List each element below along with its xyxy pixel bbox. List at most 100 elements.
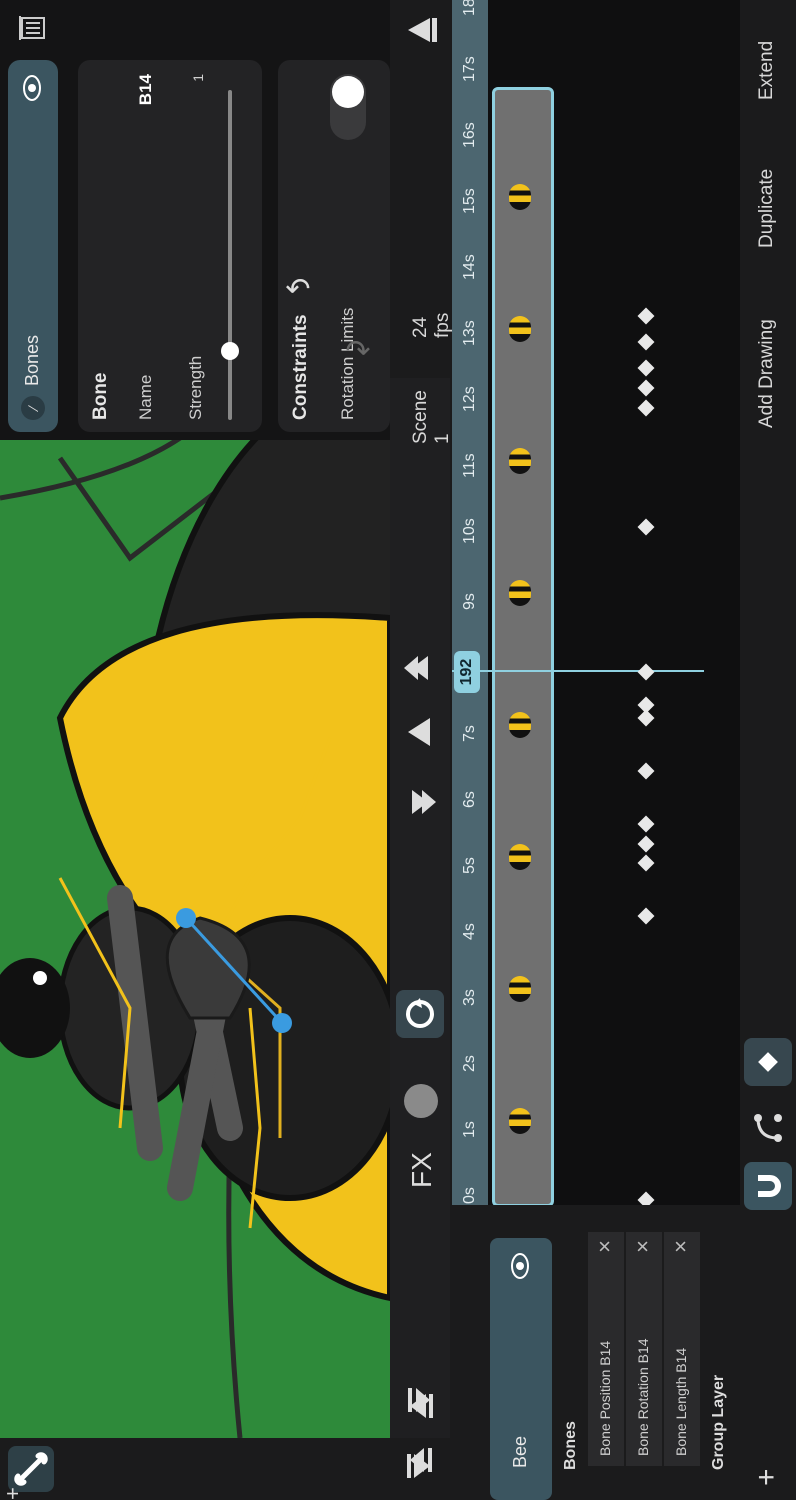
strength-slider[interactable] [221, 90, 239, 420]
prop-label: Bone Rotation B14 [635, 1338, 651, 1456]
keyframe-diamond[interactable] [637, 696, 655, 714]
visibility-eye-icon[interactable] [18, 74, 46, 102]
expand-up-icon[interactable] [400, 1440, 440, 1480]
add-bone-icon[interactable]: + [0, 1487, 40, 1500]
keyframe-diamond[interactable] [637, 307, 655, 325]
ruler-tick-label: 6s [461, 791, 478, 808]
ruler-tick-label: 7s [461, 725, 478, 742]
redo-icon[interactable]: ↷ [340, 334, 376, 370]
add-drawing-button[interactable]: Add Drawing [756, 319, 778, 428]
ruler-tick-label: 11s [461, 453, 478, 478]
ruler-tick-label: 10s [461, 518, 478, 544]
frame-thumbnail [509, 712, 531, 738]
prop-bone-length[interactable]: Bone Length B14 × [664, 1232, 700, 1466]
bone-joint-tail[interactable] [272, 1013, 292, 1033]
scene-label[interactable]: Scene 1 [410, 378, 454, 444]
rotation-limits-toggle[interactable] [330, 74, 366, 140]
bone-tab-icon: ∕ [21, 396, 45, 420]
bones-tab-label: Bones [22, 334, 42, 386]
bone-joint-head[interactable] [176, 908, 196, 928]
remove-icon[interactable]: × [668, 1240, 694, 1253]
name-label: Name [136, 374, 155, 420]
timeline-controls: FX Scene 1 24 fps [390, 313, 453, 1478]
expand-down-icon[interactable] [400, 1380, 440, 1420]
loop-button[interactable] [396, 990, 444, 1038]
fps-label[interactable]: 24 fps [410, 313, 454, 338]
bones-tab[interactable]: ∕ Bones [8, 60, 58, 432]
layer-bee[interactable]: Bee [490, 1238, 552, 1500]
fx-button[interactable]: FX [406, 1152, 438, 1188]
ruler-tick-label: 15s [461, 188, 478, 214]
skip-forward-icon[interactable] [402, 650, 438, 686]
keyframe-diamond[interactable] [637, 907, 655, 925]
keyframe-diamond[interactable] [637, 359, 655, 377]
strength-slider-knob[interactable] [221, 342, 239, 360]
bones-group-label[interactable]: Bones [562, 1421, 580, 1470]
frame-thumbnail [509, 448, 531, 474]
interpolation-icon[interactable] [748, 1108, 788, 1148]
layer-name: Bee [510, 1435, 530, 1468]
skip-back-icon[interactable] [402, 784, 438, 820]
ruler-tick-label: 4s [461, 923, 478, 940]
bone-header: Bone [90, 372, 111, 421]
ruler-tick-label: 0s [461, 1187, 478, 1204]
ruler-tick-label: 13s [461, 320, 478, 346]
onion-skin-icon[interactable] [404, 1084, 438, 1118]
prop-bone-position[interactable]: Bone Position B14 × [588, 1232, 624, 1466]
frame-thumbnail [509, 844, 531, 870]
add-layer-icon[interactable]: + [750, 1468, 784, 1486]
undo-icon[interactable]: ↶ [280, 272, 316, 308]
keyframe-diamond[interactable] [637, 835, 655, 853]
toggle-knob [332, 76, 364, 108]
ruler-tick-label: 18s [461, 0, 478, 16]
bone-icon [14, 1452, 48, 1486]
keyframe-diamond[interactable] [637, 815, 655, 833]
frame-thumbnail [509, 976, 531, 1002]
ruler-tick-label: 3s [461, 989, 478, 1006]
extend-button[interactable]: Extend [756, 41, 778, 100]
play-icon[interactable] [402, 714, 438, 750]
keyframe-diamond[interactable] [637, 399, 655, 417]
ruler-tick-label: 2s [461, 1055, 478, 1072]
group-layer-label[interactable]: Group Layer [710, 1375, 728, 1470]
keyframe-button[interactable] [744, 1038, 792, 1086]
keyframe-diamond[interactable] [637, 762, 655, 780]
playhead[interactable] [452, 670, 704, 672]
ruler-tick-label: 17s [461, 56, 478, 82]
keyframe-diamond[interactable] [637, 333, 655, 351]
ruler-tick-label: 1s [461, 1121, 478, 1138]
bone-tool-button[interactable] [8, 1446, 54, 1492]
time-ruler[interactable]: 0s1s2s3s4s5s6s7s8s9s10s11s12s13s14s15s16… [452, 0, 490, 1205]
ruler-tick-label: 12s [461, 386, 478, 412]
inspector-panel: ∕ Bones Bone Name B14 Strength 1 Constra… [0, 0, 390, 440]
ruler-tick-label: 5s [461, 857, 478, 874]
snap-magnet-button[interactable] [744, 1162, 792, 1210]
prop-bone-rotation[interactable]: Bone Rotation B14 × [626, 1232, 662, 1466]
current-frame-badge[interactable]: 192 [454, 651, 480, 693]
frame-thumbnail [509, 316, 531, 342]
animation-app: + ∕ Bones Bone Name B14 Strength 1 Const… [0, 0, 796, 1500]
frame-thumbnail [509, 184, 531, 210]
delete-icon[interactable] [10, 8, 50, 48]
remove-icon[interactable]: × [592, 1240, 618, 1253]
keyframe-diamond[interactable] [637, 379, 655, 397]
keyframe-diamond[interactable] [637, 854, 655, 872]
play-to-end-icon[interactable] [400, 8, 444, 52]
layer-visibility-eye-icon[interactable] [506, 1252, 534, 1280]
constraints-header: Constraints [290, 314, 311, 420]
ruler-tick-label: 9s [461, 593, 478, 610]
bee-illustration [0, 440, 390, 1438]
layers-panel: Bee Bones Bone Position B14 × Bone Rotat… [488, 1205, 740, 1500]
name-value[interactable]: B14 [136, 74, 156, 105]
strength-value: 1 [190, 74, 206, 82]
layer-track-strip[interactable] [492, 87, 554, 1207]
constraints-card: Constraints Rotation Limits [278, 60, 390, 432]
keyframe-diamond[interactable] [637, 663, 655, 681]
frame-thumbnail [509, 1108, 531, 1134]
drawing-canvas[interactable] [0, 440, 390, 1438]
remove-icon[interactable]: × [630, 1240, 656, 1253]
duplicate-button[interactable]: Duplicate [756, 169, 778, 248]
prop-label: Bone Length B14 [673, 1347, 689, 1456]
keyframe-diamond[interactable] [637, 518, 655, 536]
strength-label: Strength [186, 355, 205, 420]
